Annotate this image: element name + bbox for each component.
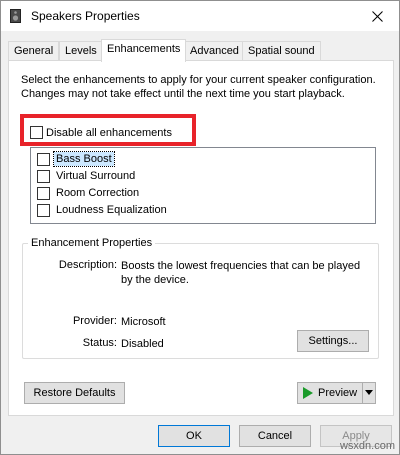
loudness-equalization-label: Loudness Equalization	[56, 204, 167, 216]
list-item-room-correction[interactable]: Room Correction	[37, 185, 141, 201]
tab-advanced[interactable]: Advanced	[184, 41, 245, 60]
preview-dropdown-button[interactable]	[362, 382, 376, 404]
ok-button[interactable]: OK	[158, 425, 230, 447]
close-button[interactable]	[355, 1, 399, 31]
disable-all-check-box[interactable]	[30, 126, 43, 139]
provider-label: Provider:	[72, 315, 117, 327]
room-correction-label: Room Correction	[56, 187, 140, 199]
status-label: Status:	[82, 337, 117, 349]
tab-levels[interactable]: Levels	[59, 41, 103, 60]
disable-all-label: Disable all enhancements	[46, 126, 172, 139]
loudness-equalization-checkbox[interactable]	[37, 203, 50, 217]
room-correction-checkbox[interactable]	[37, 186, 50, 200]
watermark: wsxdn.com	[339, 440, 395, 452]
list-item-loudness-equalization[interactable]: Loudness Equalization	[37, 202, 169, 218]
speaker-app-icon	[10, 9, 21, 23]
tab-strip: General Levels Enhancements Advanced Spa…	[8, 39, 398, 62]
restore-defaults-button[interactable]: Restore Defaults	[24, 382, 125, 404]
settings-button[interactable]: Settings...	[297, 330, 369, 352]
cancel-button[interactable]: Cancel	[239, 425, 311, 447]
preview-button[interactable]: Preview	[297, 382, 363, 404]
bass-boost-checkbox[interactable]	[37, 152, 50, 166]
virtual-surround-checkbox[interactable]	[37, 169, 50, 183]
list-item-bass-boost[interactable]: Bass Boost	[37, 151, 115, 167]
properties-dialog: Speakers Properties General Levels Enhan…	[0, 0, 400, 455]
disable-all-checkbox[interactable]: Disable all enhancements	[30, 126, 172, 139]
window-title: Speakers Properties	[31, 9, 140, 23]
chevron-down-icon	[365, 390, 373, 395]
tab-spatial-sound[interactable]: Spatial sound	[242, 41, 321, 60]
status-value: Disabled	[121, 338, 164, 350]
provider-value: Microsoft	[121, 316, 166, 328]
close-icon	[371, 10, 383, 22]
tab-general[interactable]: General	[8, 41, 60, 60]
play-icon	[303, 387, 313, 399]
tab-enhancements[interactable]: Enhancements	[101, 39, 187, 62]
description-label: Description:	[58, 259, 117, 271]
virtual-surround-label: Virtual Surround	[56, 170, 136, 182]
bass-boost-label: Bass Boost	[53, 151, 115, 167]
enhancement-properties-title: Enhancement Properties	[28, 237, 156, 249]
enhancements-description: Select the enhancements to apply for you…	[21, 74, 376, 100]
enhancements-list[interactable]: Bass Boost Virtual Surround Room Correct…	[30, 147, 376, 224]
title-bar[interactable]: Speakers Properties	[1, 1, 399, 31]
description-value: Boosts the lowest frequencies that can b…	[121, 260, 361, 286]
preview-label: Preview	[318, 387, 358, 399]
list-item-virtual-surround[interactable]: Virtual Surround	[37, 168, 137, 184]
